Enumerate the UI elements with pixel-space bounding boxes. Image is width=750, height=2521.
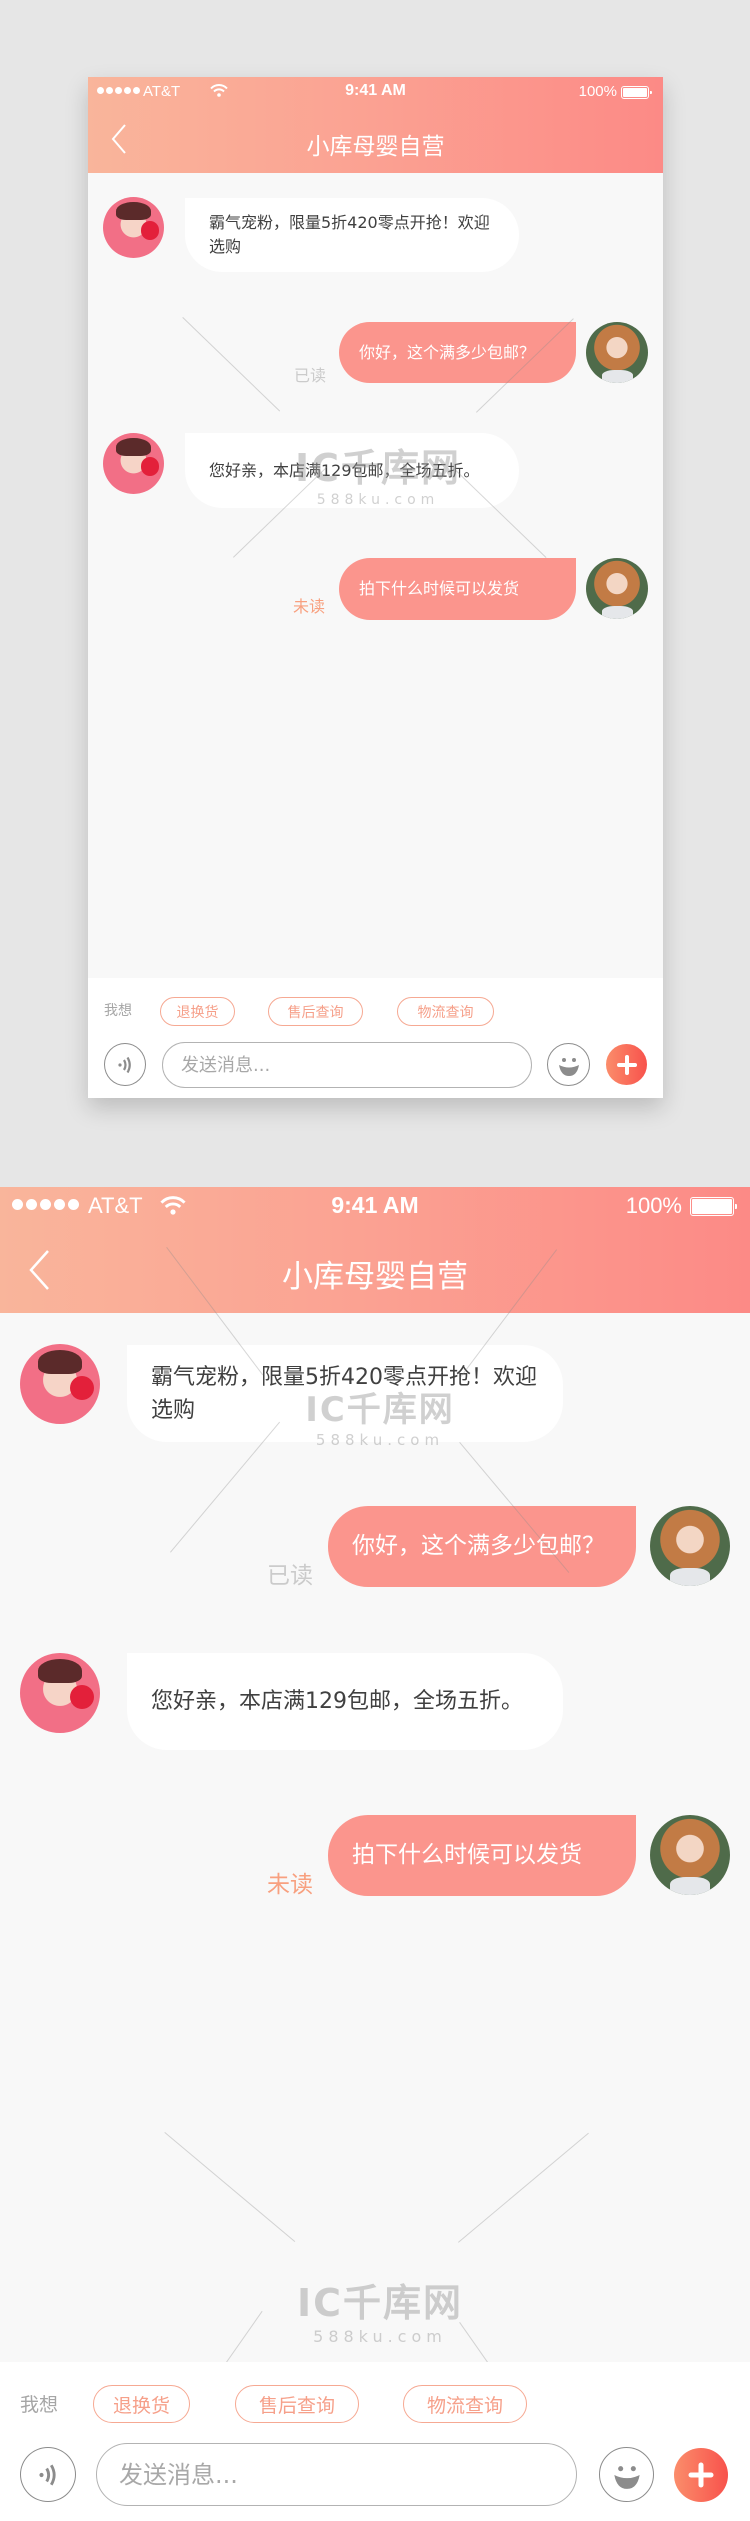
quick-reply-label: 我想 <box>20 2394 59 2416</box>
message-input[interactable] <box>162 1042 532 1088</box>
page-title: 小库母婴自营 <box>306 134 445 160</box>
message-bubble-incoming: 您好亲，本店满129包邮，全场五折。 <box>185 433 519 508</box>
app-header: AT&T 9:41 AM 100% 小库母婴自营 <box>88 77 663 173</box>
read-status: 已读 <box>294 366 327 385</box>
message-bubble-outgoing: 你好，这个满多少包邮？ <box>339 322 576 383</box>
battery-icon <box>690 1197 737 1216</box>
quick-reply-logistics[interactable]: 物流查询 <box>397 997 494 1026</box>
battery-percent: 100% <box>578 83 617 100</box>
battery-icon <box>621 86 652 99</box>
shop-avatar[interactable] <box>20 1344 100 1424</box>
voice-icon <box>118 1056 131 1073</box>
plus-icon <box>616 1054 637 1075</box>
message-text: 你好，这个满多少包邮？ <box>359 342 536 362</box>
user-avatar[interactable] <box>650 1815 730 1895</box>
clock: 9:41 AM <box>345 82 406 99</box>
message-text: 拍下什么时候可以发货 <box>352 1842 582 1869</box>
watermark-line <box>182 317 281 412</box>
user-avatar[interactable] <box>650 1506 730 1586</box>
chat-screen: AT&T 9:41 AM 100% 小库母婴自营 霸气宠粉，限量5折420零点开… <box>0 1187 750 2521</box>
watermark: IC千库网 588ku.com <box>296 2281 464 2346</box>
message-text: 您好亲，本店满129包邮，全场五折。 <box>209 460 480 480</box>
voice-button[interactable] <box>104 1043 146 1086</box>
unread-status: 未读 <box>293 597 326 616</box>
emoji-icon <box>613 2465 640 2489</box>
emoji-icon <box>558 1057 579 1076</box>
chat-footer: 我想 退换货 售后查询 物流查询 <box>88 978 663 1098</box>
quick-reply-logistics[interactable]: 物流查询 <box>403 2385 527 2423</box>
more-button[interactable] <box>606 1044 647 1085</box>
quick-reply-after-sales[interactable]: 售后查询 <box>268 997 363 1026</box>
plus-icon <box>688 2462 714 2488</box>
emoji-button[interactable] <box>599 2447 654 2502</box>
shop-avatar[interactable] <box>103 197 164 258</box>
status-bar: AT&T 9:41 AM 100% <box>88 77 663 105</box>
page-title: 小库母婴自营 <box>282 1259 468 1295</box>
quick-reply-label: 我想 <box>104 1003 132 1019</box>
message-text: 拍下什么时候可以发货 <box>359 579 520 598</box>
message-bubble-incoming: 霸气宠粉，限量5折420零点开抢！欢迎选购 <box>185 198 519 272</box>
status-bar: AT&T 9:41 AM 100% <box>0 1187 750 1225</box>
user-avatar[interactable] <box>586 322 648 383</box>
message-text: 你好，这个满多少包邮？ <box>352 1533 605 1560</box>
battery-percent: 100% <box>625 1193 682 1218</box>
message-text: 霸气宠粉，限量5折420零点开抢！欢迎选购 <box>151 1364 537 1423</box>
shop-avatar[interactable] <box>103 433 164 494</box>
message-bubble-outgoing: 拍下什么时候可以发货 <box>328 1815 636 1896</box>
voice-icon <box>39 2464 56 2485</box>
message-bubble-incoming: 霸气宠粉，限量5折420零点开抢！欢迎选购 <box>127 1345 563 1442</box>
message-input[interactable] <box>96 2443 577 2506</box>
message-text: 霸气宠粉，限量5折420零点开抢！欢迎选购 <box>209 213 490 256</box>
message-text: 您好亲，本店满129包邮，全场五折。 <box>151 1689 523 1714</box>
chat-screen-preview: AT&T 9:41 AM 100% 小库母婴自营 霸气宠粉，限量5折420零点开… <box>88 77 663 1098</box>
quick-reply-return[interactable]: 退换货 <box>93 2385 190 2423</box>
chat-footer: 我想 退换货 售后查询 物流查询 <box>0 2362 750 2521</box>
voice-button[interactable] <box>20 2447 76 2502</box>
user-avatar[interactable] <box>586 558 648 619</box>
message-bubble-outgoing: 拍下什么时候可以发货 <box>339 558 576 620</box>
quick-reply-return[interactable]: 退换货 <box>160 997 235 1026</box>
app-header: AT&T 9:41 AM 100% 小库母婴自营 <box>0 1187 750 1313</box>
watermark-line <box>164 2132 296 2243</box>
read-status: 已读 <box>267 1563 313 1589</box>
shop-avatar[interactable] <box>20 1653 100 1733</box>
message-bubble-outgoing: 你好，这个满多少包邮？ <box>328 1506 636 1587</box>
watermark-line <box>458 2132 589 2243</box>
quick-reply-after-sales[interactable]: 售后查询 <box>235 2385 359 2423</box>
message-bubble-incoming: 您好亲，本店满129包邮，全场五折。 <box>127 1653 563 1750</box>
more-button[interactable] <box>674 2448 728 2502</box>
unread-status: 未读 <box>267 1872 313 1898</box>
emoji-button[interactable] <box>547 1043 590 1086</box>
